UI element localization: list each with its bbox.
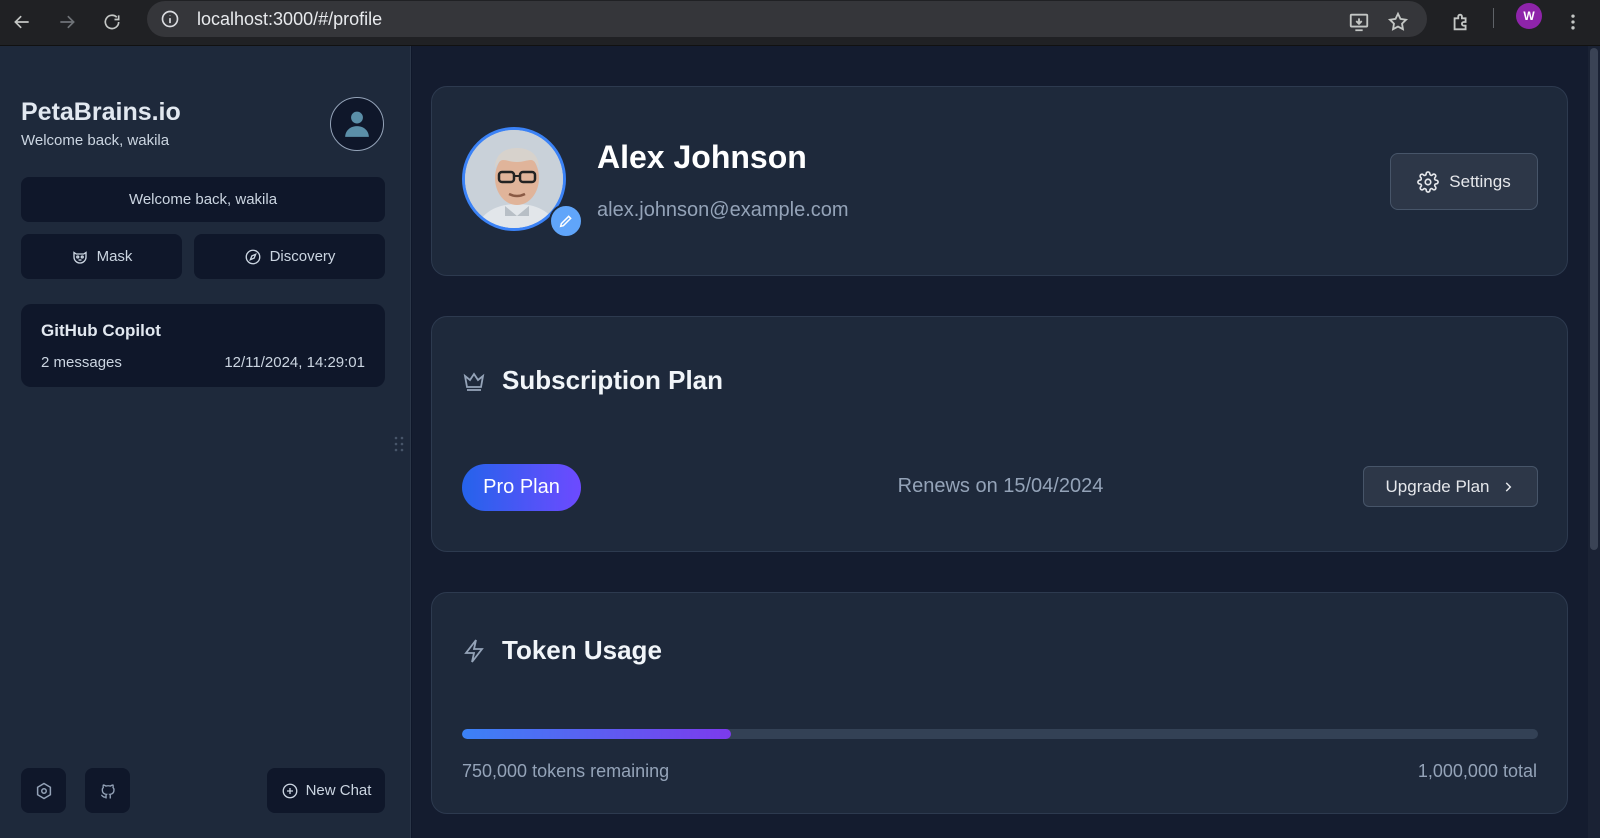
- extensions-icon[interactable]: [1444, 5, 1478, 39]
- reload-icon[interactable]: [95, 5, 129, 39]
- mask-label: Mask: [96, 248, 133, 265]
- user-icon: [345, 111, 369, 137]
- settings-shortcut-button[interactable]: [21, 768, 66, 813]
- mask-icon: [72, 250, 87, 264]
- subscription-header: Subscription Plan: [462, 365, 723, 396]
- sidebar-resize-handle[interactable]: [394, 435, 404, 453]
- welcome-banner: Welcome back, wakila: [21, 177, 385, 222]
- address-bar[interactable]: localhost:3000/#/profile: [147, 1, 1427, 37]
- forward-icon[interactable]: [50, 5, 84, 39]
- chat-list-item[interactable]: GitHub Copilot 2 messages 12/11/2024, 14…: [21, 304, 385, 387]
- settings-label: Settings: [1449, 171, 1511, 191]
- url-text[interactable]: localhost:3000/#/profile: [197, 9, 382, 30]
- chat-message-count: 2 messages: [41, 354, 122, 371]
- chat-title: GitHub Copilot: [41, 321, 161, 340]
- bookmark-star-icon[interactable]: [1381, 5, 1415, 39]
- discovery-label: Discovery: [269, 248, 336, 265]
- user-avatar-button[interactable]: [330, 97, 384, 151]
- scrollbar-thumb[interactable]: [1590, 48, 1598, 550]
- browser-profile-avatar[interactable]: W: [1516, 3, 1542, 29]
- browser-toolbar: localhost:3000/#/profile W: [0, 0, 1600, 46]
- github-button[interactable]: [85, 768, 130, 813]
- subscription-card: Subscription Plan Pro Plan Renews on 15/…: [431, 316, 1568, 552]
- install-app-icon[interactable]: [1342, 5, 1376, 39]
- settings-button[interactable]: Settings: [1390, 153, 1538, 210]
- site-info-icon[interactable]: [159, 8, 181, 30]
- token-progress-fill: [462, 729, 731, 739]
- upgrade-plan-button[interactable]: Upgrade Plan: [1363, 466, 1538, 507]
- plus-circle-icon: [282, 783, 297, 798]
- tokens-total: 1,000,000 total: [1417, 761, 1537, 781]
- mask-button[interactable]: Mask: [21, 234, 182, 279]
- pencil-icon: [559, 215, 572, 228]
- token-usage-header: Token Usage: [462, 635, 662, 666]
- back-icon[interactable]: [5, 5, 39, 39]
- token-progress-bar: [462, 729, 1538, 739]
- subscription-title: Subscription Plan: [502, 365, 724, 395]
- token-usage-title: Token Usage: [502, 635, 662, 665]
- toolbar-divider: [1493, 8, 1494, 28]
- profile-card: Alex Johnson alex.johnson@example.com Se…: [431, 86, 1568, 276]
- chevron-right-icon: [1506, 481, 1512, 492]
- brand-title: PetaBrains.io: [21, 98, 181, 126]
- chat-timestamp: 12/11/2024, 14:29:01: [224, 354, 365, 371]
- github-icon: [100, 783, 115, 798]
- lightning-icon: [464, 638, 484, 663]
- new-chat-label: New Chat: [305, 782, 372, 799]
- edit-photo-button[interactable]: [549, 204, 583, 238]
- hexagon-gear-icon: [36, 782, 51, 799]
- compass-icon: [245, 249, 260, 264]
- new-chat-button[interactable]: New Chat: [267, 768, 385, 813]
- discovery-button[interactable]: Discovery: [194, 234, 385, 279]
- crown-icon: [463, 371, 485, 391]
- sidebar: PetaBrains.io Welcome back, wakila Welco…: [0, 46, 411, 838]
- browser-menu-icon[interactable]: [1556, 5, 1590, 39]
- upgrade-plan-label: Upgrade Plan: [1385, 476, 1490, 496]
- profile-email: alex.johnson@example.com: [597, 199, 849, 221]
- profile-name: Alex Johnson: [597, 139, 807, 175]
- token-usage-card: Token Usage 750,000 tokens remaining 1,0…: [431, 592, 1568, 814]
- tokens-remaining: 750,000 tokens remaining: [462, 761, 670, 781]
- brand-subtitle: Welcome back, wakila: [21, 132, 170, 149]
- gear-icon: [1417, 170, 1440, 193]
